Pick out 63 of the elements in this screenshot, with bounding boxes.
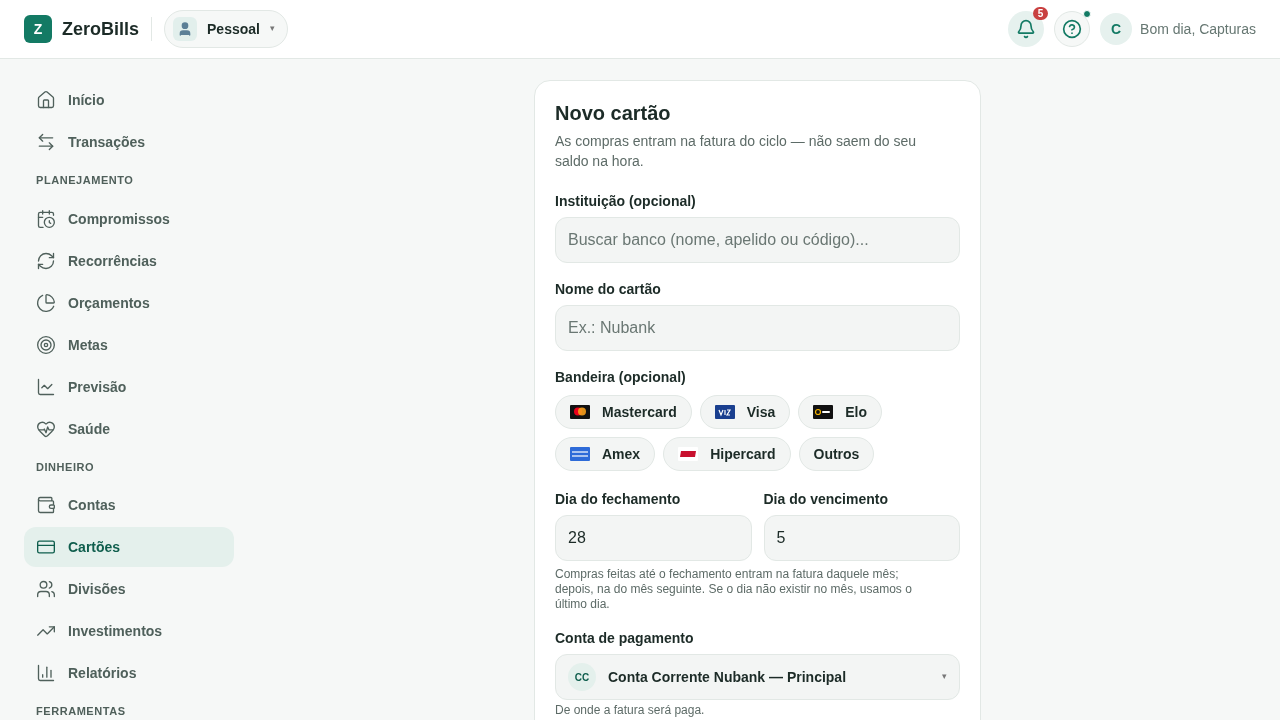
sidebar-item[interactable]: Investimentos bbox=[24, 611, 234, 651]
hint-text: Compras feitas até o fechamento entram na fatura daquele mês; depois, na do mês seguinte. Se o dia não existir no mês, usamos o último dia. bbox=[555, 567, 913, 612]
bell-icon bbox=[1016, 19, 1037, 39]
section-heading: DINHEIRO bbox=[35, 459, 96, 475]
arrows-icon bbox=[36, 132, 56, 152]
logo-icon: Z bbox=[24, 15, 52, 43]
elo-logo-icon bbox=[813, 405, 834, 419]
line-chart-icon bbox=[36, 376, 56, 397]
sidebar-item[interactable]: Metas bbox=[24, 324, 234, 365]
user-avatar[interactable]: C bbox=[1100, 13, 1133, 45]
hint-text: De onde a fatura será paga. bbox=[555, 702, 706, 718]
due-day-field[interactable]: 5 bbox=[763, 515, 960, 561]
users-icon bbox=[36, 579, 56, 599]
closing-day-field[interactable]: 28 bbox=[555, 515, 752, 561]
brand-option[interactable]: Outros bbox=[798, 437, 875, 471]
sidebar-item[interactable]: Cartões bbox=[24, 527, 234, 567]
visa-logo-icon bbox=[714, 405, 735, 419]
pie-chart-icon bbox=[36, 292, 56, 313]
field-label: Dia do vencimento bbox=[763, 490, 889, 509]
help-icon bbox=[1062, 19, 1083, 39]
help-button[interactable] bbox=[1054, 11, 1091, 47]
field-label: Conta de pagamento bbox=[555, 629, 695, 648]
sidebar-item[interactable]: Saúde bbox=[24, 408, 234, 449]
sidebar-item[interactable]: Previsão bbox=[24, 366, 234, 407]
account-badge: CC bbox=[568, 663, 596, 691]
form-subtitle: As compras entram na fatura do ciclo — não saem do seu saldo na hora. bbox=[555, 132, 918, 171]
refresh-icon bbox=[36, 250, 56, 271]
target-icon bbox=[36, 334, 56, 355]
amex-logo-icon bbox=[570, 447, 590, 461]
sidebar-item[interactable]: Transações bbox=[24, 122, 234, 162]
app-name: ZeroBills bbox=[62, 17, 140, 41]
sidebar-item[interactable]: Divisões bbox=[24, 569, 234, 609]
brand-option[interactable]: Amex bbox=[555, 437, 656, 471]
bank-search-field[interactable]: Buscar banco (nome, apelido ou código)... bbox=[555, 217, 960, 263]
sidebar-item[interactable]: Orçamentos bbox=[24, 282, 234, 323]
bar-chart-icon bbox=[36, 663, 56, 683]
field-label: Nome do cartão bbox=[555, 280, 662, 299]
section-heading: FERRAMENTAS bbox=[35, 704, 127, 719]
brand-option[interactable]: Elo bbox=[798, 395, 883, 429]
notification-count: 5 bbox=[1033, 7, 1049, 20]
home-icon bbox=[36, 90, 56, 110]
greeting: Bom dia, Capturas bbox=[1140, 20, 1256, 39]
field-label: Instituição (opcional) bbox=[555, 192, 697, 211]
account-select[interactable]: CC Conta Corrente Nubank — Principal ▾ bbox=[555, 654, 960, 700]
sidebar-item[interactable]: Compromissos bbox=[24, 198, 234, 239]
hipercard-logo-icon bbox=[678, 447, 699, 461]
brand-option[interactable]: Mastercard bbox=[555, 395, 692, 429]
sidebar-item[interactable]: Relatórios bbox=[24, 653, 234, 693]
mastercard-logo-icon bbox=[570, 405, 590, 419]
field-label: Dia do fechamento bbox=[555, 490, 682, 509]
sidebar-item[interactable]: Contas bbox=[24, 485, 234, 525]
brand-option[interactable]: Visa bbox=[699, 395, 791, 429]
profile-switcher[interactable]: Pessoal ▾ bbox=[164, 10, 288, 48]
form-title: Novo cartão bbox=[555, 101, 672, 126]
sidebar-item[interactable]: Início bbox=[24, 80, 234, 120]
field-label: Bandeira (opcional) bbox=[555, 368, 687, 387]
brand-option[interactable]: Hipercard bbox=[663, 437, 791, 471]
section-heading: PLANEJAMENTO bbox=[35, 173, 135, 188]
wallet-icon bbox=[36, 495, 56, 515]
card-name-field[interactable]: Ex.: Nubank bbox=[555, 305, 960, 351]
sidebar-item[interactable]: Recorrências bbox=[24, 240, 234, 281]
calendar-clock-icon bbox=[36, 208, 56, 229]
user-icon bbox=[173, 17, 198, 41]
